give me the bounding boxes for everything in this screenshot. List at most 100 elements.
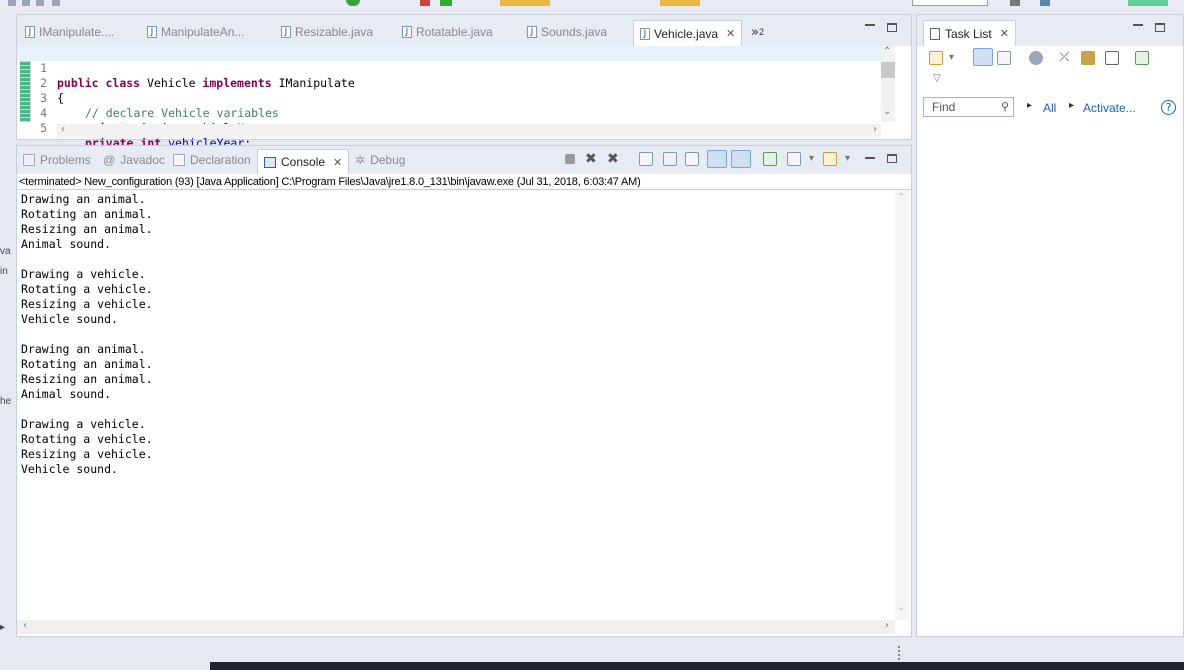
activate-link[interactable]: Activate... — [1083, 101, 1136, 115]
tab-problems[interactable]: Problems — [23, 153, 91, 167]
scroll-left-icon[interactable]: ‹ — [61, 124, 65, 135]
focus-icon[interactable] — [1029, 51, 1043, 65]
tab-overflow-button[interactable]: » 2 — [751, 22, 764, 42]
minimize-icon[interactable] — [865, 157, 875, 159]
chevron-down-icon[interactable]: ▾ — [809, 153, 814, 164]
show-icon[interactable] — [1081, 51, 1095, 65]
remove-all-icon[interactable]: ✖ — [607, 152, 621, 166]
tab-rotatable[interactable]: J Rotatable.java — [402, 22, 493, 42]
close-icon[interactable]: ✕ — [1000, 27, 1009, 40]
code-editor[interactable]: 1 public class Vehicle implements IManip… — [17, 46, 911, 150]
chevron-down-icon[interactable]: ▾ — [845, 153, 850, 164]
synchronize-icon[interactable] — [1135, 51, 1149, 65]
toolbar-icons-left[interactable] — [8, 0, 118, 6]
nav-arrow-icons[interactable] — [660, 0, 700, 6]
resize-handle[interactable] — [898, 646, 902, 660]
chevron-double-right-icon: » — [751, 24, 759, 40]
tab-manipulate-animal[interactable]: J ManipulateAn... — [147, 22, 244, 42]
java-file-icon: J — [640, 27, 650, 40]
task-list-panel: Task List ✕ ▾ ⤫ ▽ Find ⚲ ▸ All ▸ Activat… — [916, 14, 1184, 637]
terminate-icon[interactable] — [565, 154, 575, 164]
close-icon[interactable]: ✕ — [333, 156, 342, 169]
tab-sounds[interactable]: J Sounds.java — [527, 22, 607, 42]
line-number: 5 — [40, 121, 47, 135]
tab-label: Sounds.java — [541, 25, 608, 39]
editor-horizontal-scrollbar[interactable]: ‹ › — [57, 124, 881, 138]
console-output-line: Vehicle sound. — [21, 462, 118, 476]
hide-completed-icon[interactable]: ⤫ — [1059, 51, 1073, 65]
clipped-text: va — [0, 246, 11, 257]
tab-declaration[interactable]: Declaration — [173, 153, 251, 167]
show-on-stdout-icon[interactable] — [707, 150, 727, 168]
scroll-right-icon[interactable]: › — [885, 620, 889, 631]
console-output-line: Drawing an animal. — [21, 192, 146, 206]
word-wrap-icon[interactable] — [685, 152, 699, 166]
all-link[interactable]: All — [1043, 101, 1056, 115]
console-output-line: Animal sound. — [21, 387, 112, 401]
scroll-thumb[interactable] — [881, 62, 895, 78]
tab-debug[interactable]: ✲ Debug — [355, 153, 405, 167]
scroll-lock-icon[interactable] — [663, 152, 677, 166]
run-icon[interactable] — [346, 0, 360, 6]
code-line: 2 { — [17, 61, 64, 105]
at-sign-icon: @ — [103, 153, 116, 167]
java-file-icon: J — [527, 26, 537, 38]
console-vertical-scrollbar[interactable]: ⌃ ⌄ — [895, 190, 909, 620]
console-icon — [264, 156, 276, 168]
console-horizontal-scrollbar[interactable]: ‹ › — [17, 620, 895, 634]
scroll-down-icon[interactable]: ⌄ — [897, 602, 905, 613]
minimize-icon[interactable] — [1133, 24, 1143, 26]
console-output-line: Drawing an animal. — [21, 342, 146, 356]
view-menu-chevron-icon[interactable]: ▽ — [933, 73, 941, 84]
close-icon[interactable]: ✕ — [726, 27, 735, 40]
tab-resizable[interactable]: J Resizable.java — [281, 22, 373, 42]
open-console-icon[interactable] — [823, 152, 837, 166]
tab-javadoc[interactable]: @ Javadoc — [103, 153, 165, 167]
scheduled-icon[interactable] — [997, 51, 1011, 65]
caret-right-icon: ▸ — [1069, 100, 1075, 111]
tab-console[interactable]: Console ✕ — [257, 149, 350, 174]
new-task-icon[interactable] — [929, 51, 943, 65]
categorized-icon[interactable] — [973, 48, 993, 66]
scroll-up-icon[interactable]: ⌃ — [883, 46, 891, 57]
console-status-line: <terminated> New_configuration (93) [Jav… — [19, 176, 641, 188]
tab-vehicle[interactable]: J Vehicle.java ✕ — [633, 20, 743, 46]
task-list-icon — [930, 27, 940, 40]
quick-access-input[interactable] — [912, 0, 988, 6]
scroll-left-icon[interactable]: ‹ — [23, 620, 27, 631]
minimize-icon[interactable] — [865, 24, 875, 26]
chevron-down-icon[interactable]: ▾ — [949, 52, 954, 63]
tab-imanipulate[interactable]: J IManipulate.... — [25, 22, 114, 42]
maximize-icon[interactable] — [1155, 23, 1165, 32]
editor-vertical-scrollbar[interactable]: ⌃ ⌄ — [881, 46, 895, 122]
console-output-line: Resizing a vehicle. — [21, 447, 153, 461]
debug-run-icons[interactable] — [420, 0, 480, 6]
maximize-icon[interactable] — [887, 154, 897, 163]
java-file-icon: J — [281, 26, 291, 38]
taskbar — [210, 662, 1184, 670]
display-console-icon[interactable] — [787, 152, 801, 166]
console-output-line: Drawing a vehicle. — [21, 267, 146, 281]
scroll-right-icon[interactable]: › — [873, 124, 877, 135]
perspective-icons[interactable] — [1010, 0, 1100, 6]
task-search-input[interactable]: Find ⚲ — [923, 97, 1014, 117]
show-on-stderr-icon[interactable] — [731, 150, 751, 168]
pin-console-icon[interactable] — [763, 152, 777, 166]
folder-icons[interactable] — [500, 0, 550, 6]
search-icon: ⚲ — [1000, 100, 1009, 113]
help-icon[interactable]: ? — [1161, 100, 1176, 115]
code-line: 4 private String vehicleName; — [17, 91, 272, 135]
tab-label: Vehicle.java — [654, 26, 719, 41]
collapse-all-icon[interactable] — [1105, 51, 1119, 65]
console-output-line: Vehicle sound. — [21, 312, 118, 326]
scroll-up-icon[interactable]: ⌃ — [897, 192, 905, 203]
remove-launch-icon[interactable]: ✖ — [585, 152, 599, 166]
tab-task-list[interactable]: Task List ✕ — [923, 20, 1016, 46]
clipped-text: ▸ — [0, 622, 6, 633]
maximize-icon[interactable] — [887, 23, 897, 32]
clipped-text: in — [0, 266, 8, 277]
console-output[interactable]: Drawing an animal. Rotating an animal. Res… — [17, 190, 895, 620]
scroll-down-icon[interactable]: ⌄ — [883, 106, 891, 117]
perspective-switch-icon[interactable] — [1128, 0, 1168, 6]
clear-console-icon[interactable] — [639, 152, 653, 166]
